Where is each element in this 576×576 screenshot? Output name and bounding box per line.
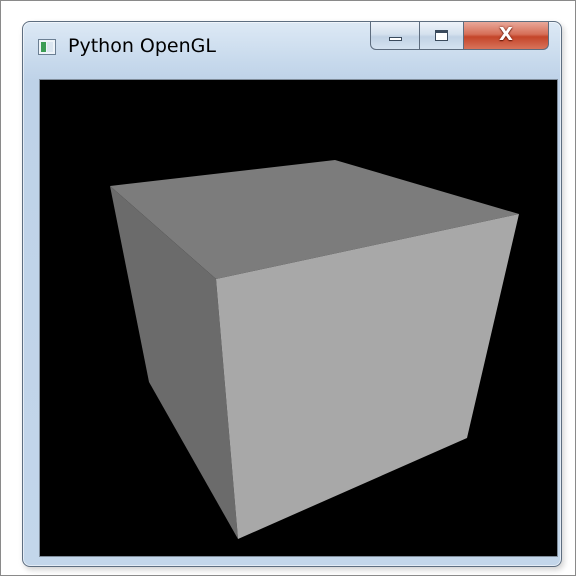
maximize-button[interactable] [420, 22, 464, 50]
window-title: Python OpenGL [68, 35, 216, 57]
close-button[interactable]: X [464, 22, 549, 50]
window-app-icon[interactable] [38, 39, 56, 55]
minimize-button[interactable] [370, 22, 420, 50]
application-window: Python OpenGL X [22, 21, 562, 567]
maximize-icon [435, 30, 448, 41]
caption-buttons: X [370, 22, 549, 52]
cube-render [110, 160, 519, 539]
title-bar[interactable]: Python OpenGL X [23, 22, 561, 78]
close-icon: X [499, 24, 513, 45]
minimize-icon [389, 37, 402, 41]
opengl-viewport[interactable] [39, 79, 558, 557]
